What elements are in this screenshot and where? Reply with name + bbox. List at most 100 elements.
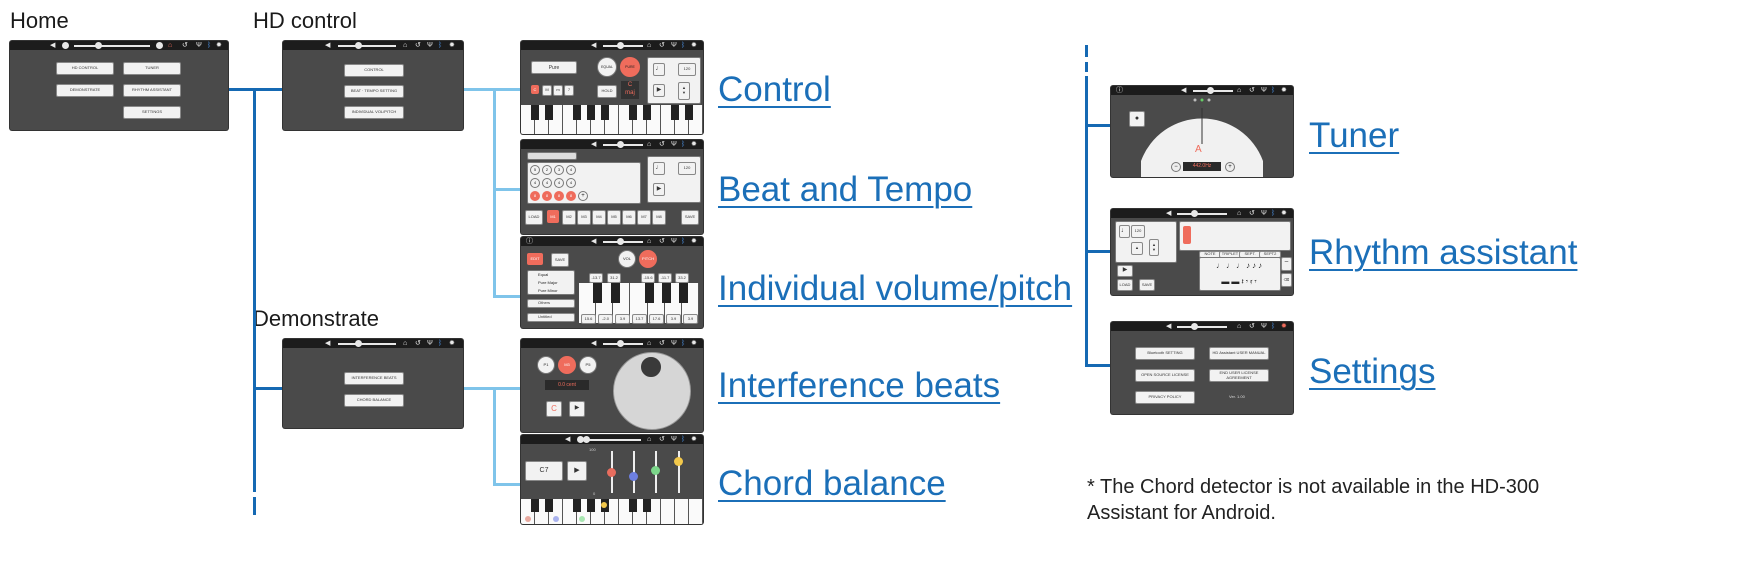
control-link[interactable]: Control: [718, 70, 831, 110]
option-pure-major[interactable]: Pure Major: [538, 279, 574, 287]
edit-button[interactable]: EDIT: [527, 253, 543, 265]
note-minor-button[interactable]: m: [553, 85, 563, 96]
individual-link[interactable]: Individual volume/pitch: [718, 269, 1072, 309]
tie-button[interactable]: ⁀: [1281, 257, 1292, 271]
lower-value[interactable]: 3.9: [666, 314, 681, 324]
fader-knob[interactable]: [674, 457, 683, 466]
interference-link[interactable]: Interference beats: [718, 366, 1000, 406]
lower-value[interactable]: 3.9: [683, 314, 698, 324]
tempo-value[interactable]: 120: [1131, 225, 1145, 238]
memory-button[interactable]: M7: [637, 210, 651, 225]
save-button[interactable]: SAVE: [1139, 279, 1155, 291]
beat-value[interactable]: 2: [542, 165, 552, 175]
tempo-value[interactable]: 120: [678, 162, 696, 175]
gear-icon[interactable]: ✹: [449, 41, 455, 50]
volume-slider-knob[interactable]: [95, 42, 102, 49]
hd-control-button[interactable]: HD CONTROL: [56, 62, 114, 75]
beat-value[interactable]: 8: [530, 191, 540, 201]
fader-knob[interactable]: [607, 468, 616, 477]
save-button[interactable]: SAVE: [551, 253, 569, 267]
beat-tempo-button[interactable]: BEAT · TEMPO SETTING: [344, 85, 404, 98]
chord-button[interactable]: C7: [525, 461, 563, 481]
demonstrate-button[interactable]: DEMONSTRATE: [56, 84, 114, 97]
p5-button[interactable]: P5: [579, 356, 597, 374]
pure-button[interactable]: PURE: [620, 57, 640, 77]
tempo-stepper[interactable]: ▲ ▼: [678, 82, 690, 100]
beat-value[interactable]: 4: [566, 178, 576, 188]
upper-value[interactable]: 31.2: [607, 273, 621, 283]
interference-beats-button[interactable]: INTERFERENCE BEATS: [344, 372, 404, 385]
beat-value[interactable]: 4: [554, 178, 564, 188]
privacy-policy-button[interactable]: PRIVACY POLICY: [1135, 391, 1195, 404]
others-select[interactable]: Others: [527, 299, 575, 308]
tempo-value[interactable]: 120: [678, 63, 696, 76]
info-icon[interactable]: ⓘ: [526, 237, 533, 246]
equal-button[interactable]: EQUAL: [597, 57, 617, 77]
volume-slider[interactable]: [338, 45, 396, 47]
memory-button[interactable]: M8: [652, 210, 666, 225]
settings-button[interactable]: SETTINGS: [123, 106, 181, 119]
midi-icon[interactable]: Ψ: [427, 41, 433, 50]
individual-button[interactable]: INDIVIDUAL VOL/PITCH: [344, 106, 404, 119]
pitch-button[interactable]: PITCH: [639, 250, 657, 268]
temperament-select[interactable]: Pure: [531, 61, 577, 74]
p1-button[interactable]: P1: [537, 356, 555, 374]
back-icon[interactable]: ↺: [182, 41, 188, 50]
hold-button[interactable]: HOLD: [597, 85, 617, 98]
gear-icon[interactable]: ✹: [691, 140, 697, 149]
beat-value[interactable]: 4: [542, 178, 552, 188]
eula-button[interactable]: END USER LICENSE AGREEMENT: [1209, 369, 1269, 382]
option-pure-minor[interactable]: Pure Minor: [538, 287, 574, 295]
beat-value[interactable]: 8: [566, 191, 576, 201]
beat-value[interactable]: 8: [554, 191, 564, 201]
tuner-button[interactable]: TUNER: [123, 62, 181, 75]
fader-knob[interactable]: [651, 466, 660, 475]
volume-slider-knob[interactable]: [355, 340, 362, 347]
tempo-stepper[interactable]: ▲ ▼: [1149, 239, 1159, 256]
play-button[interactable]: ▶: [653, 183, 665, 196]
play-button[interactable]: ▶: [567, 461, 587, 481]
note-palette[interactable]: ♩♩♩♪♪♪ ▬▬𝄽𝄾𝄿𝄾: [1199, 257, 1281, 291]
memory-button[interactable]: M3: [577, 210, 591, 225]
home-icon[interactable]: ⌂: [403, 339, 407, 348]
volume-slider[interactable]: [74, 45, 150, 47]
home-icon[interactable]: ⌂: [168, 41, 172, 50]
gear-icon[interactable]: ✹: [691, 41, 697, 50]
settings-link[interactable]: Settings: [1309, 352, 1435, 392]
lower-value[interactable]: 13.7: [632, 314, 647, 324]
midi-icon[interactable]: Ψ: [196, 41, 202, 50]
gear-icon[interactable]: ✹: [449, 339, 455, 348]
bluetooth-setting-button[interactable]: Bluetooth SETTING: [1135, 347, 1195, 360]
note-m-button[interactable]: M: [542, 85, 552, 96]
fader-knob[interactable]: [629, 472, 638, 481]
memory-button[interactable]: M6: [622, 210, 636, 225]
open-source-license-button[interactable]: OPEN SOURCE LICENSE: [1135, 369, 1195, 382]
key-button[interactable]: C: [546, 401, 562, 417]
option-equal[interactable]: Equal: [538, 271, 574, 279]
vol-button[interactable]: VOL: [618, 250, 636, 268]
play-button[interactable]: ▶: [1117, 265, 1133, 277]
back-icon[interactable]: ↺: [659, 41, 665, 50]
mute-icon[interactable]: ◀: [565, 435, 570, 444]
gear-icon[interactable]: ✹: [216, 41, 222, 50]
user-manual-button[interactable]: HD Assistant USER MANUAL: [1209, 347, 1269, 360]
memory-button[interactable]: M5: [607, 210, 621, 225]
quarter-note-icon[interactable]: ♩: [653, 63, 665, 76]
load-button[interactable]: LOAD: [525, 210, 543, 225]
volume-slider[interactable]: [338, 343, 396, 345]
home-icon[interactable]: ⌂: [647, 41, 651, 50]
tuner-link[interactable]: Tuner: [1309, 116, 1399, 156]
chord-balance-button[interactable]: CHORD BALANCE: [344, 394, 404, 407]
bluetooth-icon[interactable]: ᛒ: [681, 41, 685, 50]
add-beat-icon[interactable]: +: [578, 191, 588, 201]
home-icon[interactable]: ⌂: [647, 140, 651, 149]
memory-button[interactable]: M2: [562, 210, 576, 225]
m3-button[interactable]: M3: [558, 356, 576, 374]
rhythm-assistant-link[interactable]: Rhythm assistant: [1309, 233, 1577, 273]
lower-value[interactable]: -2.0: [598, 314, 613, 324]
bluetooth-icon[interactable]: ᛒ: [207, 41, 211, 50]
beat-tempo-link[interactable]: Beat and Tempo: [718, 170, 972, 210]
upper-value[interactable]: -15.6: [641, 273, 655, 283]
memory-button[interactable]: M4: [592, 210, 606, 225]
play-button[interactable]: ▶: [569, 401, 585, 417]
